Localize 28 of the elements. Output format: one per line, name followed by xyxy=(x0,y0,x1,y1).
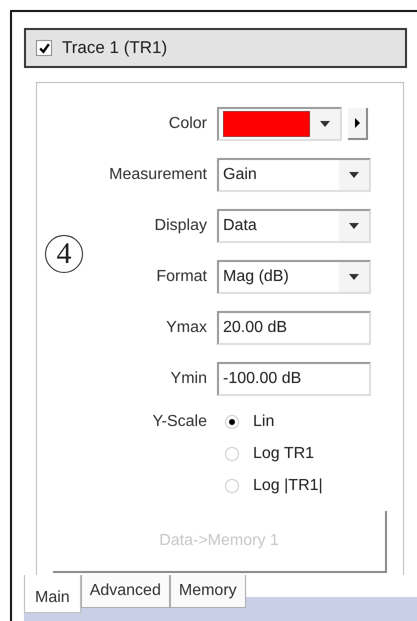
radio-option[interactable]: Log |TR1| xyxy=(225,477,385,495)
dropdown-field[interactable]: Data xyxy=(217,209,371,243)
trace-title: Trace 1 (TR1) xyxy=(62,38,168,58)
dropdown-field[interactable]: Mag (dB) xyxy=(217,260,371,294)
caret-icon xyxy=(320,121,330,127)
field-label: Measurement xyxy=(108,166,207,184)
field-label: Ymax xyxy=(165,319,207,337)
radio-option[interactable]: Lin xyxy=(225,413,385,431)
caret-icon xyxy=(349,274,359,280)
caret-icon xyxy=(349,172,359,178)
tab[interactable]: Main xyxy=(24,575,81,613)
radio-option[interactable]: Log TR1 xyxy=(225,445,385,463)
input-field[interactable]: -100.00 dB xyxy=(217,362,371,396)
tab[interactable]: Memory xyxy=(170,575,246,608)
tab[interactable]: Advanced xyxy=(80,575,170,608)
expand-button[interactable] xyxy=(348,108,368,140)
field-label: Format xyxy=(155,268,207,286)
color-dropdown[interactable] xyxy=(217,107,342,141)
field-label: Display xyxy=(154,217,207,235)
circled-number: 4 xyxy=(45,235,83,273)
input-field[interactable]: 20.00 dB xyxy=(217,311,371,345)
field-label: Ymin xyxy=(170,370,207,388)
caret-icon xyxy=(349,223,359,229)
field-label: Y-Scale xyxy=(151,413,207,431)
dropdown-field[interactable]: Gain xyxy=(217,158,371,192)
checkbox[interactable] xyxy=(36,40,52,56)
triangle-right-icon xyxy=(354,118,360,128)
field-label: Color xyxy=(168,115,207,133)
